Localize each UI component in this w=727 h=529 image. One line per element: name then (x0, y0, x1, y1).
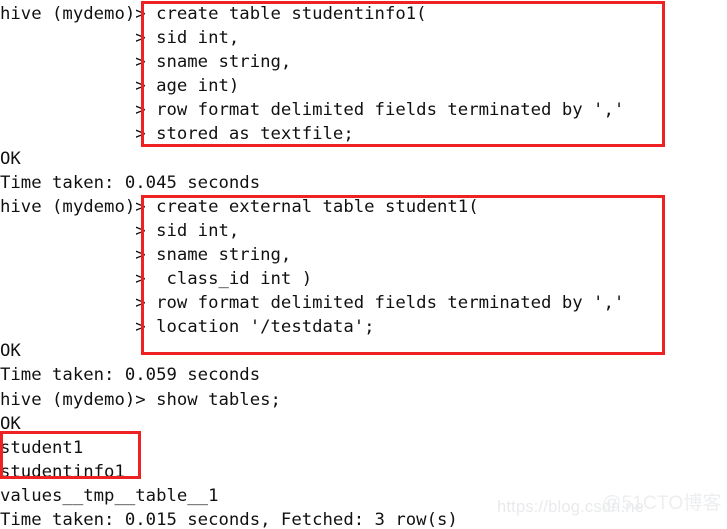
terminal-screenshot: hive (mydemo)> create table studentinfo1… (0, 0, 727, 529)
terminal-line: hive (mydemo)> create external table stu… (0, 196, 479, 217)
terminal-line: OK (0, 413, 21, 434)
terminal-line: studentinfo1 (0, 461, 125, 482)
terminal-line: > sid int, (0, 220, 240, 241)
terminal-console-output[interactable]: hive (mydemo)> create table studentinfo1… (0, 0, 727, 529)
terminal-line: > sname string, (0, 244, 292, 265)
terminal-line: Time taken: 0.045 seconds (0, 172, 261, 193)
terminal-line: > location '/testdata'; (0, 317, 375, 338)
terminal-line: Time taken: 0.015 seconds, Fetched: 3 ro… (0, 509, 458, 529)
terminal-line: > class_id int ) (0, 269, 313, 290)
terminal-line: Time taken: 0.059 seconds (0, 365, 261, 386)
terminal-line: > age int) (0, 76, 240, 97)
terminal-line: hive (mydemo)> create table studentinfo1… (0, 4, 427, 24)
terminal-line: OK (0, 148, 21, 169)
terminal-line: OK (0, 341, 21, 362)
terminal-line: hive (mydemo)> show tables; (0, 389, 281, 410)
terminal-line: > sname string, (0, 52, 292, 73)
terminal-line: > row format delimited fields terminated… (0, 100, 625, 121)
terminal-line: > row format delimited fields terminated… (0, 293, 625, 314)
terminal-line: > sid int, (0, 28, 240, 49)
terminal-line: values__tmp__table__1 (0, 485, 219, 506)
terminal-line: > stored as textfile; (0, 124, 354, 145)
terminal-line: student1 (0, 437, 84, 458)
